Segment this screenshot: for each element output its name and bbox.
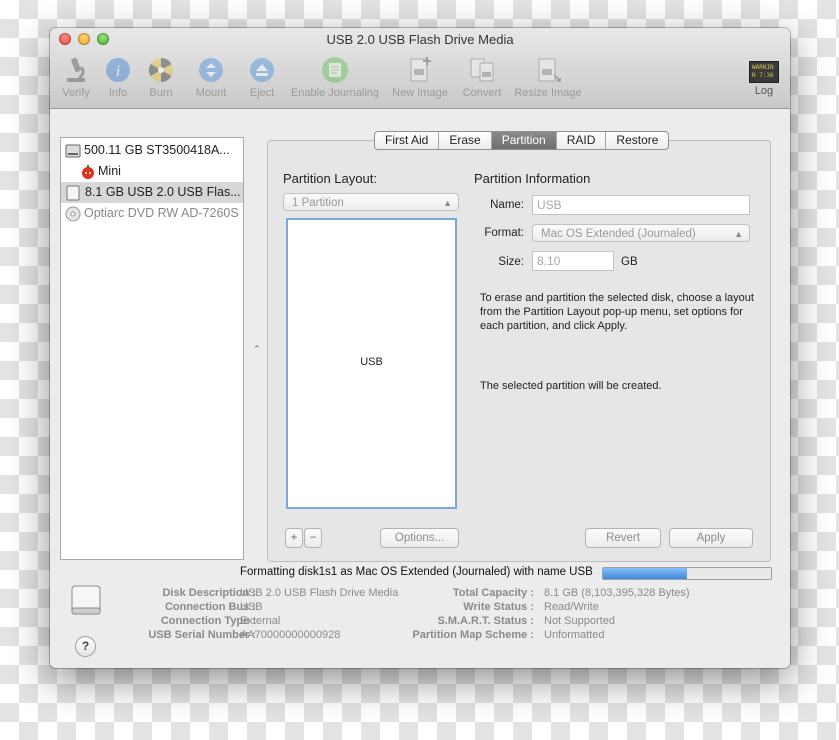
mount-icon [199,58,223,82]
size-label: Size: [498,256,524,268]
tab-restore[interactable]: Restore [606,132,668,149]
microscope-icon [67,57,85,82]
sidebar-item-hard-disk[interactable]: 500.11 GB ST3500418A... [61,140,243,161]
toolbar-label: Eject [249,87,275,99]
burn-icon [148,57,173,82]
splitter-handle[interactable]: ⌃ [253,344,261,355]
usb-drive-icon [66,185,80,200]
total-capacity-label: Total Capacity : [452,587,534,599]
convert-button[interactable]: Convert [460,55,504,103]
popup-arrows-icon: ▲︎ [443,198,452,208]
write-status-value: Read/Write [544,601,599,613]
toolbar-label: Burn [149,87,173,99]
size-field[interactable]: 8.10 [532,251,614,271]
partition-information-title: Partition Information [474,171,591,186]
partition-layout-label: Partition Layout: [283,171,377,186]
format-value: Mac OS Extended (Journaled) [541,228,696,240]
name-label: Name: [490,199,524,211]
popup-arrows-icon: ▲︎ [734,229,743,239]
partition-name-label: USB [360,356,383,368]
toolbar-label: Verify [62,87,90,99]
partition-layout-value: 1 Partition [292,197,344,209]
sidebar-item-usb-drive[interactable]: 8.1 GB USB 2.0 USB Flas... [61,182,243,203]
info-icon: i [106,58,130,82]
name-field[interactable]: USB [532,195,750,215]
volume-apple-icon [82,164,94,179]
title-bar: USB 2.0 USB Flash Drive Media Verify i I… [50,28,790,109]
write-status-label: Write Status : [463,601,534,613]
partition-help-text: To erase and partition the selected disk… [480,292,754,332]
svg-text:i: i [116,63,120,80]
sidebar-item-label: Mini [98,164,121,178]
tab-partition[interactable]: Partition [491,132,557,149]
sidebar-item-label: 500.11 GB ST3500418A... [84,143,230,157]
eject-button[interactable]: Eject [246,55,278,103]
sidebar-item-optical-drive[interactable]: Optiarc DVD RW AD-7260S [61,203,243,224]
disk-utility-window: USB 2.0 USB Flash Drive Media Verify i I… [50,28,790,668]
toolbar-label: Info [108,87,128,99]
partition-layout-canvas[interactable]: USB [286,218,457,509]
sidebar-item-mini[interactable]: Mini [61,161,243,182]
connection-type-label: Connection Type : [160,615,256,627]
tab-first-aid[interactable]: First Aid [375,132,440,149]
formatting-progress-bar [602,567,772,580]
sidebar-item-label: Optiarc DVD RW AD-7260S [84,206,239,220]
sidebar-item-label: 8.1 GB USB 2.0 USB Flas... [85,185,241,199]
partition-map-scheme-label: Partition Map Scheme : [412,629,534,641]
format-popup[interactable]: Mac OS Extended (Journaled) ▲︎ [532,224,750,242]
burn-button[interactable]: Burn [146,55,176,103]
toolbar-label: Convert [462,87,502,99]
usb-serial-number-value: AA70000000000928 [240,629,341,641]
toolbar-label: Resize Image [514,87,582,99]
mount-button[interactable]: Mount [193,55,229,103]
tab-bar: First Aid Erase Partition RAID Restore [374,131,670,150]
progress-fill [603,568,687,579]
disk-description-label: Disk Description : [162,587,256,599]
connection-bus-label: Connection Bus : [164,601,256,613]
connection-type-value: External [240,615,281,627]
format-label: Format: [484,227,524,239]
tab-raid[interactable]: RAID [557,132,607,149]
status-message: Formatting disk1s1 as Mac OS Extended (J… [240,566,593,578]
smart-status-label: S.M.A.R.T. Status : [437,615,534,627]
tab-erase[interactable]: Erase [439,132,492,149]
window-title: USB 2.0 USB Flash Drive Media [326,32,514,47]
toolbar-label: Log [754,85,774,97]
options-button[interactable]: Options... [380,528,459,548]
enable-journaling-button[interactable]: Enable Journaling [288,55,382,103]
optical-drive-icon [65,206,81,221]
resize-image-icon [538,58,561,82]
selected-partition-text: The selected partition will be created. [480,380,662,392]
hard-disk-icon [65,144,81,157]
revert-button[interactable]: Revert [585,528,661,548]
verify-button[interactable]: Verify [59,55,93,103]
resize-image-button[interactable]: Resize Image [512,55,584,103]
smart-status-value: Not Supported [544,615,615,627]
toolbar-label: Enable Journaling [290,87,380,99]
new-image-button[interactable]: New Image [391,55,449,103]
info-button[interactable]: i Info [103,55,133,103]
usb-drive-large-icon [71,585,101,615]
convert-icon [470,58,494,82]
size-unit: GB [621,256,638,268]
toolbar-label: New Image [392,87,448,99]
partition-map-scheme-value: Unformatted [544,629,605,641]
usb-serial-number-label: USB Serial Number : [148,629,256,641]
help-button[interactable]: ? [75,636,96,657]
device-sidebar: 500.11 GB ST3500418A... Mini 8.1 GB USB … [60,137,244,560]
log-icon: WARNIN N 7:36 [749,61,779,83]
journaling-icon [322,57,348,83]
toolbar-label: Mount [195,87,227,99]
log-button[interactable]: WARNIN N 7:36 Log [747,55,781,103]
remove-partition-button[interactable]: − [304,528,322,548]
connection-bus-value: USB [240,601,263,613]
eject-icon [250,58,274,82]
new-image-icon [410,57,431,82]
partition-layout-popup[interactable]: 1 Partition ▲︎ [283,193,459,211]
apply-button[interactable]: Apply [669,528,753,548]
add-partition-button[interactable]: + [285,528,303,548]
total-capacity-value: 8.1 GB (8,103,395,328 Bytes) [544,587,690,599]
